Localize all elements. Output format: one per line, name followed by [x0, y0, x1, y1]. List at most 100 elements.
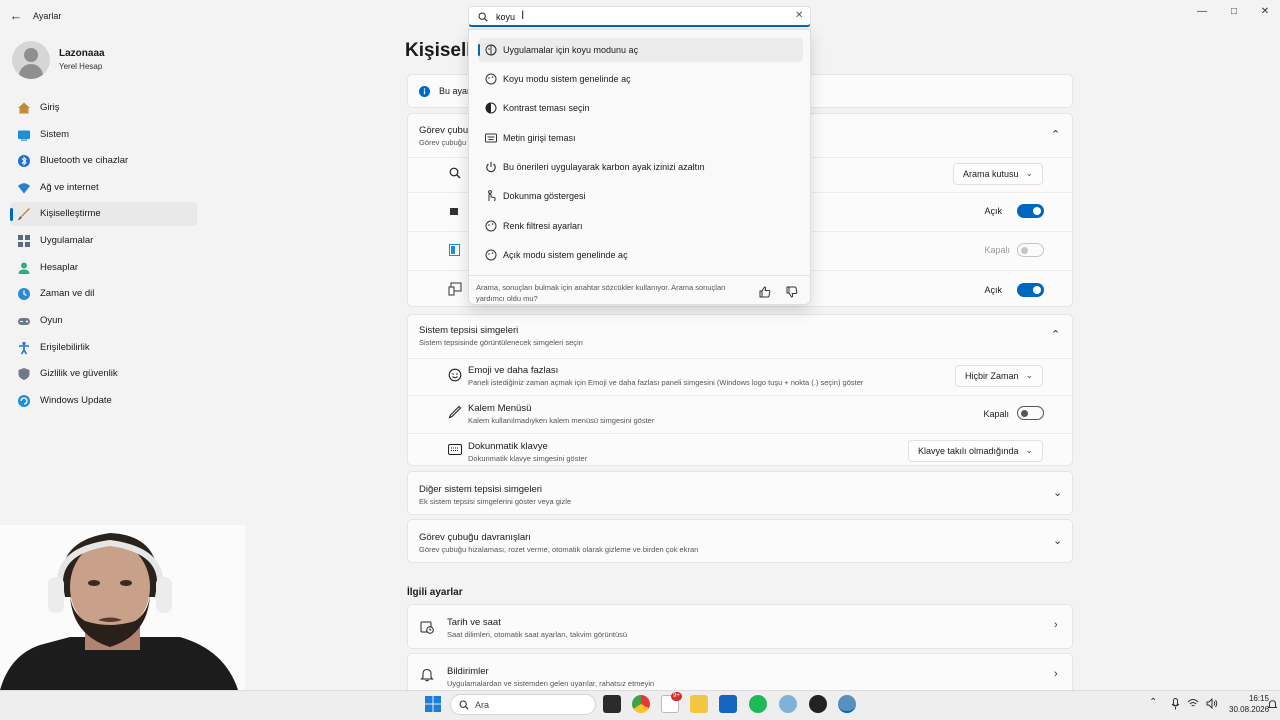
- divider: [408, 358, 1072, 359]
- sidebar-item-sistem[interactable]: Sistem: [10, 123, 197, 147]
- suggestion-item[interactable]: Renk filtresi ayarları: [478, 214, 803, 238]
- toggle-label: Kapalı: [983, 409, 1009, 419]
- search-mode-dropdown[interactable]: Arama kutusu ⌄: [953, 163, 1043, 185]
- collapse-chevron-icon[interactable]: ⌃: [1051, 128, 1060, 141]
- account-type: Yerel Hesap: [59, 62, 103, 71]
- file-explorer-icon[interactable]: [690, 695, 708, 713]
- app-title: Ayarlar: [33, 11, 62, 21]
- taskbar-behaviors-card[interactable]: Görev çubuğu davranışları Görev çubuğu h…: [407, 519, 1073, 563]
- suggestion-item[interactable]: Bu önerileri uygulayarak karbon ayak izi…: [478, 155, 803, 179]
- taskbar-search[interactable]: Ara: [450, 694, 596, 715]
- sidebar-item-label: Sistem: [40, 129, 70, 140]
- sidebar-item-time-language[interactable]: Zaman ve dil: [10, 282, 197, 306]
- tray-overflow-icon[interactable]: ⌃: [1149, 697, 1157, 708]
- bell-icon: [420, 668, 434, 682]
- pen-icon: [448, 405, 462, 419]
- wifi-icon: [18, 183, 30, 194]
- dropdown-value: Arama kutusu: [963, 169, 1019, 179]
- sidebar-item-accessibility[interactable]: Erişilebilirlik: [10, 336, 197, 360]
- store-icon[interactable]: [719, 695, 737, 713]
- contrast-icon: [485, 102, 497, 114]
- search-feedback-note: Arama, sonuçları bulmak için anahtar söz…: [476, 283, 726, 303]
- home-icon: [18, 102, 30, 114]
- calendar-clock-icon: [420, 621, 434, 634]
- other-tray-icons-card[interactable]: Diğer sistem tepsisi simgeleri Ek sistem…: [407, 471, 1073, 515]
- sidebar-nav: Giriş Sistem Bluetooth ve cihazlar Ağ ve…: [0, 96, 200, 416]
- info-text: Bu ayar: [439, 86, 471, 96]
- row-title: Dokunmatik klavye: [468, 441, 548, 452]
- row-subtitle: Paneli istediğiniz zaman açmak için Emoj…: [468, 378, 864, 387]
- search-icon: [449, 167, 461, 179]
- suggestion-item[interactable]: Dokunma göstergesi: [478, 184, 803, 208]
- chrome-icon[interactable]: [632, 695, 650, 713]
- task-view-icon[interactable]: [603, 695, 621, 713]
- sidebar-item-apps[interactable]: Uygulamalar: [10, 229, 197, 253]
- widgets-toggle[interactable]: [1017, 243, 1044, 257]
- dropdown-value: Hiçbir Zaman: [965, 371, 1019, 381]
- gamepad-icon: [18, 318, 30, 325]
- suggestion-item[interactable]: Kontrast teması seçin: [478, 96, 803, 120]
- thumbs-up-icon[interactable]: [759, 286, 771, 298]
- toggle-label: Açık: [984, 206, 1002, 216]
- wifi-icon[interactable]: [1187, 698, 1199, 709]
- suggestion-item[interactable]: Metin girişi teması: [478, 126, 803, 150]
- maximize-button[interactable]: □: [1223, 6, 1245, 20]
- minimize-button[interactable]: —: [1191, 6, 1213, 20]
- card-title: Görev çubuğ: [419, 125, 474, 136]
- thumbs-down-icon[interactable]: [786, 286, 798, 298]
- suggestion-item[interactable]: Açık modu sistem genelinde aç: [478, 243, 803, 267]
- microphone-icon[interactable]: [1171, 698, 1180, 710]
- taskbar-search-placeholder: Ara: [475, 700, 490, 710]
- settings-gear-icon[interactable]: [838, 695, 856, 713]
- widgets-icon: [449, 244, 460, 256]
- emoji-icon: [448, 368, 462, 382]
- notification-badge: 9+: [671, 692, 682, 701]
- sidebar-item-accounts[interactable]: Hesaplar: [10, 256, 197, 280]
- chevron-right-icon: ›: [1054, 668, 1058, 680]
- windows-start-icon[interactable]: [425, 696, 441, 712]
- app-icon[interactable]: [809, 695, 827, 713]
- back-arrow-icon[interactable]: ←: [8, 8, 24, 24]
- pen-menu-toggle[interactable]: [1017, 406, 1044, 420]
- settings-search-box[interactable]: koyu I ✕: [468, 6, 811, 27]
- emoji-dropdown[interactable]: Hiçbir Zaman ⌄: [955, 365, 1043, 387]
- taskbar-clock[interactable]: 16:15 30.08.2026: [1229, 693, 1269, 715]
- volume-icon[interactable]: [1206, 698, 1218, 709]
- sidebar-item-privacy[interactable]: Gizlilik ve güvenlik: [10, 362, 197, 386]
- sidebar-item-label: Hesaplar: [40, 262, 79, 273]
- row-title: Bildirimler: [447, 666, 489, 677]
- sidebar-item-personalization[interactable]: Kişiselleştirme: [10, 202, 197, 226]
- person-icon: [18, 262, 30, 274]
- sidebar-item-bluetooth[interactable]: Bluetooth ve cihazlar: [10, 149, 197, 173]
- suggestion-label: Metin girişi teması: [503, 133, 576, 143]
- collapse-chevron-icon[interactable]: ⌃: [1051, 328, 1060, 341]
- sidebar-item-gaming[interactable]: Oyun: [10, 309, 197, 333]
- search-input[interactable]: koyu: [496, 12, 515, 22]
- notification-bell-icon[interactable]: [1268, 700, 1277, 710]
- sidebar-item-giris[interactable]: Giriş: [10, 96, 197, 120]
- copilot-toggle[interactable]: [1017, 283, 1044, 297]
- sidebar-item-label: Zaman ve dil: [40, 288, 95, 299]
- date-time-link[interactable]: Tarih ve saat Saat dilimleri, otomatik s…: [407, 604, 1073, 649]
- sidebar-item-label: Erişilebilirlik: [40, 342, 90, 353]
- suggestion-label: Uygulamalar için koyu modunu aç: [503, 45, 639, 55]
- suggestion-label: Bu önerileri uygulayarak karbon ayak izi…: [503, 162, 705, 172]
- close-button[interactable]: ✕: [1254, 6, 1276, 20]
- toggle-label: Kapalı: [984, 245, 1010, 255]
- sidebar-item-label: Uygulamalar: [40, 235, 94, 246]
- sidebar-item-windows-update[interactable]: Windows Update: [10, 389, 197, 413]
- app-icon[interactable]: [779, 695, 797, 713]
- task-view-toggle[interactable]: [1017, 204, 1044, 218]
- avatar[interactable]: [12, 41, 50, 79]
- clear-search-icon[interactable]: ✕: [795, 10, 803, 21]
- sidebar-item-network[interactable]: Ağ ve internet: [10, 176, 197, 200]
- row-subtitle: Kalem kullanılmadıyken kalem menüsü simg…: [468, 416, 655, 425]
- touch-keyboard-dropdown[interactable]: Klavye takılı olmadığında ⌄: [908, 440, 1043, 462]
- suggestion-item[interactable]: Uygulamalar için koyu modunu aç: [478, 38, 803, 62]
- spotify-icon[interactable]: [749, 695, 767, 713]
- card-subtitle: Sistem tepsisinde görüntülenecek simgele…: [419, 338, 583, 347]
- suggestion-item[interactable]: Koyu modu sistem genelinde aç: [478, 67, 803, 91]
- related-settings-heading: İlgili ayarlar: [407, 587, 463, 598]
- power-icon: [486, 161, 496, 173]
- divider: [408, 395, 1072, 396]
